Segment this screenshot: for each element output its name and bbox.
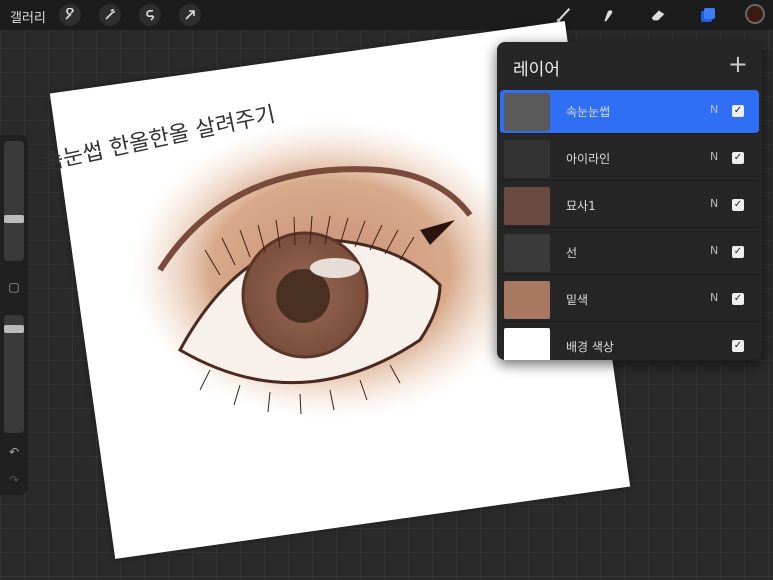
opacity-slider[interactable]	[4, 315, 24, 433]
opacity-knob[interactable]	[4, 325, 24, 333]
redo-icon[interactable]: ↷	[6, 473, 22, 487]
left-sidebar: ▢ ↶ ↷	[0, 135, 28, 495]
layers-panel-header: 레이어 +	[497, 42, 762, 88]
layer-name: 배경 색상	[566, 340, 614, 354]
layers-panel-title: 레이어	[513, 60, 560, 80]
transform-arrow-icon[interactable]	[179, 4, 201, 26]
layer-name: 선	[566, 246, 578, 260]
layer-row[interactable]: 배경 색상 ✓	[500, 325, 759, 360]
selection-icon[interactable]	[139, 4, 161, 26]
layers-icon[interactable]	[697, 4, 719, 26]
layer-thumbnail	[504, 234, 550, 272]
layer-name: 아이라인	[566, 152, 611, 166]
magic-wand-icon[interactable]	[99, 4, 121, 26]
gallery-button[interactable]: 갤러리	[10, 7, 46, 26]
visibility-checkbox[interactable]: ✓	[732, 199, 744, 211]
smudge-icon[interactable]	[597, 4, 619, 26]
layer-row[interactable]: 선 N ✓	[500, 231, 759, 275]
layer-row[interactable]: 묘사1 N ✓	[500, 184, 759, 228]
blend-mode-button[interactable]: N	[710, 150, 718, 163]
add-layer-button[interactable]: +	[728, 50, 748, 78]
layer-thumbnail	[504, 187, 550, 225]
layer-name: 묘사1	[566, 199, 596, 213]
wrench-icon[interactable]	[59, 4, 81, 26]
blend-mode-button[interactable]: N	[710, 244, 718, 257]
visibility-checkbox[interactable]: ✓	[732, 293, 744, 305]
undo-icon[interactable]: ↶	[6, 445, 22, 459]
layers-panel: 레이어 + 속눈눈썹 N ✓ 아이라인 N ✓ 묘사1 N ✓ 선 N ✓ 밑색…	[497, 42, 762, 360]
visibility-checkbox[interactable]: ✓	[732, 152, 744, 164]
brush-size-knob[interactable]	[4, 215, 24, 223]
visibility-checkbox[interactable]: ✓	[732, 246, 744, 258]
blend-mode-button[interactable]: N	[710, 197, 718, 210]
modify-square-icon[interactable]: ▢	[6, 280, 22, 294]
layer-name: 속눈눈썹	[566, 105, 611, 119]
top-toolbar: 갤러리	[0, 0, 773, 30]
layer-thumbnail	[504, 328, 550, 360]
brush-size-slider[interactable]	[4, 141, 24, 261]
layer-row[interactable]: 아이라인 N ✓	[500, 137, 759, 181]
visibility-checkbox[interactable]: ✓	[732, 340, 744, 352]
visibility-checkbox[interactable]: ✓	[732, 105, 744, 117]
layer-row[interactable]: 속눈눈썹 N ✓	[500, 90, 759, 134]
blend-mode-button[interactable]: N	[710, 103, 718, 116]
eraser-icon[interactable]	[647, 4, 669, 26]
layer-thumbnail	[504, 281, 550, 319]
layer-thumbnail	[504, 140, 550, 178]
layer-thumbnail	[504, 93, 550, 131]
layer-name: 밑색	[566, 293, 589, 307]
color-picker-swatch[interactable]	[745, 4, 765, 24]
blend-mode-button[interactable]: N	[710, 291, 718, 304]
layer-row[interactable]: 밑색 N ✓	[500, 278, 759, 322]
